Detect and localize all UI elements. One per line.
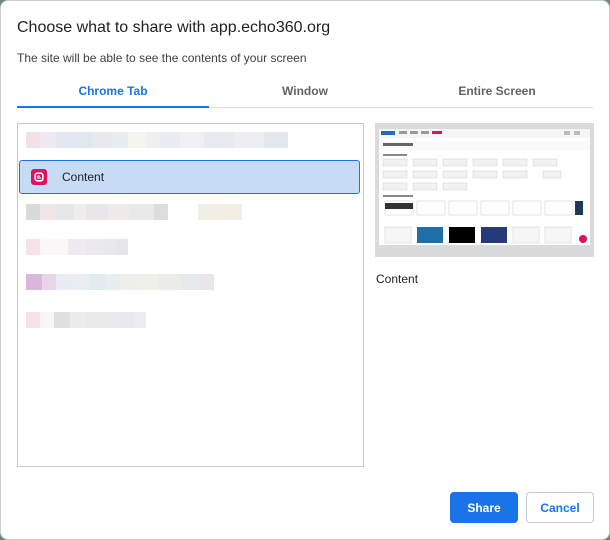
tab-entire-screen[interactable]: Entire Screen — [401, 79, 593, 107]
preview-thumbnail — [379, 129, 590, 245]
list-item[interactable] — [26, 239, 128, 255]
list-item[interactable] — [26, 132, 288, 148]
list-item[interactable] — [26, 274, 214, 290]
list-item[interactable] — [26, 312, 146, 328]
list-item[interactable] — [26, 204, 242, 220]
cancel-button[interactable]: Cancel — [526, 492, 594, 523]
source-tabs: Chrome Tab Window Entire Screen — [17, 79, 593, 108]
tab-window[interactable]: Window — [209, 79, 401, 107]
blogger-icon — [31, 169, 47, 185]
dialog-title: Choose what to share with app.echo360.or… — [17, 19, 331, 36]
preview-pane — [375, 123, 594, 257]
preview-label: Content — [376, 272, 419, 286]
dialog-subtitle: The site will be able to see the content… — [17, 51, 307, 65]
list-item-label: Content — [62, 170, 105, 184]
tab-chrome-tab[interactable]: Chrome Tab — [17, 79, 209, 108]
share-dialog: Choose what to share with app.echo360.or… — [0, 0, 610, 540]
list-item-selected[interactable]: Content — [19, 160, 360, 194]
tab-list: Content — [17, 123, 364, 467]
share-button[interactable]: Share — [450, 492, 518, 523]
